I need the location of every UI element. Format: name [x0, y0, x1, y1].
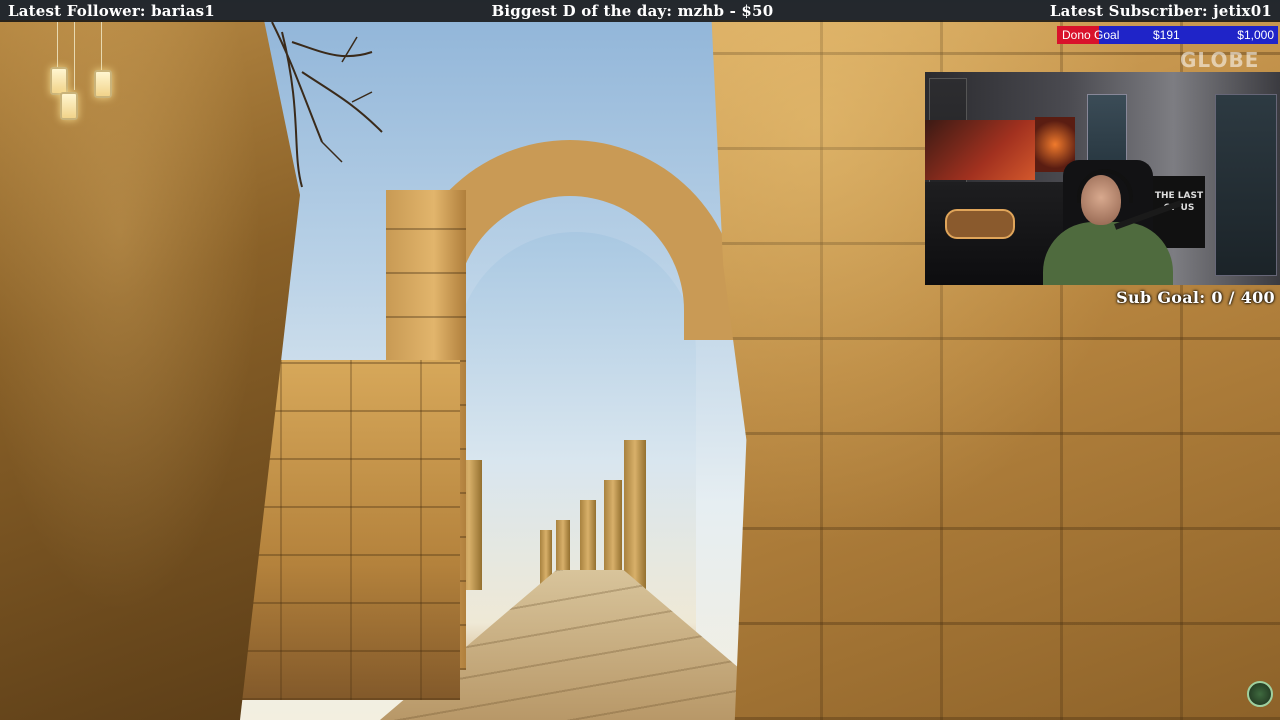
donation-goal-bar: Dono Goal $191 $1,000 — [1057, 26, 1278, 44]
donation-goal-current: $191 — [1153, 28, 1180, 42]
globe-watermark: GLOBE — [1180, 48, 1260, 72]
donation-goal-label: Dono Goal — [1062, 28, 1120, 42]
wall-poster — [925, 120, 1035, 180]
globe-logo-icon — [1247, 681, 1273, 707]
hanging-lanterns — [30, 22, 130, 147]
webcam-feed: THE LAST OF US — [925, 72, 1280, 285]
tree-branch — [271, 22, 383, 188]
display-cabinet-right — [1215, 94, 1277, 276]
latest-subscriber: Latest Subscriber: jetix01 — [1049, 2, 1272, 20]
biggest-donation: Biggest D of the day: mzhb - $50 — [491, 2, 774, 20]
hanging-lantern-icon — [60, 92, 78, 120]
streamer-body — [1043, 222, 1173, 285]
sub-goal: Sub Goal: 0 / 400 — [1116, 288, 1275, 307]
hanging-lantern-icon — [50, 67, 68, 95]
latest-follower: Latest Follower: barias1 — [8, 2, 215, 20]
hanging-lantern-icon — [94, 70, 112, 98]
neon-sign — [945, 209, 1015, 239]
stream-ticker-bar: Latest Follower: barias1 Biggest D of th… — [0, 0, 1280, 22]
donation-goal-target: $1,000 — [1237, 28, 1274, 42]
column — [624, 440, 646, 590]
